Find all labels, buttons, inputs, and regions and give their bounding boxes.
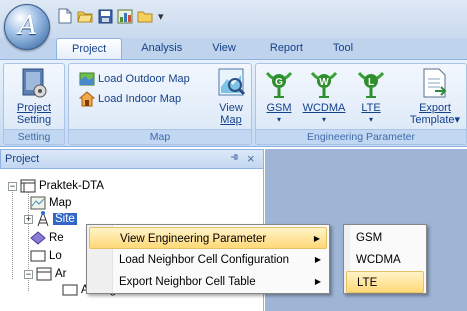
submenu-item-lte[interactable]: LTE (346, 271, 424, 293)
wcdma-label: WCDMA (302, 102, 346, 114)
wcdma-dropdown-arrow: ▾ (321, 115, 326, 124)
submenu-arrow-icon: ▶ (314, 255, 321, 264)
tree-item-ar[interactable]: − Ar (24, 266, 67, 282)
view-map-button[interactable]: View Map (211, 67, 251, 126)
tab-report[interactable]: Report (255, 38, 318, 60)
svg-text:L: L (368, 77, 374, 88)
tree-item-label: Praktek-DTA (39, 180, 104, 192)
lte-antenna-icon: L (356, 67, 386, 99)
menu-item-export-neighbor-cell-table[interactable]: Export Neighbor Cell Table ▶ (89, 271, 327, 293)
pin-icon[interactable] (229, 152, 239, 165)
menu-item-label: Export Neighbor Cell Table (119, 276, 256, 288)
collapse-icon[interactable]: − (8, 181, 17, 191)
menu-item-view-engineering-parameter[interactable]: View Engineering Parameter ▶ (89, 227, 327, 249)
engineering-parameter-submenu: GSM WCDMA LTE (343, 224, 427, 294)
gsm-label: GSM (266, 102, 292, 114)
tree-item-label: Site (53, 213, 77, 225)
lte-label: LTE (361, 102, 381, 114)
save-icon[interactable] (96, 7, 114, 25)
engineering-parameter-group-label: Engineering Parameter (256, 129, 466, 144)
report-icon (30, 231, 46, 245)
view-map-icon (217, 67, 246, 99)
tab-tool[interactable]: Tool (318, 38, 368, 60)
tree-guide-line (12, 185, 13, 279)
project-panel-header: Project × (0, 149, 264, 169)
map-group-label: Map (69, 129, 251, 144)
site-tower-icon (37, 211, 49, 227)
project-setting-icon (20, 67, 48, 99)
tree-item-label: Re (49, 232, 64, 244)
export-template-icon (421, 67, 449, 99)
load-outdoor-map-button[interactable]: Load Outdoor Map (79, 70, 190, 88)
lte-dropdown-arrow: ▾ (368, 115, 373, 124)
project-setting-label-2: Setting (16, 114, 52, 126)
tree-item-site[interactable]: + Site (24, 211, 77, 227)
project-setting-button[interactable]: Project Setting (8, 67, 60, 126)
view-map-label-1: View (219, 102, 243, 114)
folder-icon[interactable] (136, 7, 154, 25)
close-panel-button[interactable]: × (247, 151, 255, 166)
export-template-label-1: Export (419, 102, 451, 114)
application-menu-button[interactable]: A (4, 4, 50, 50)
gsm-dropdown-arrow: ▾ (276, 115, 281, 124)
project-icon (20, 179, 36, 193)
ribbon-tabs: Project Analysis View Report Tool (56, 38, 368, 60)
gsm-button[interactable]: G GSM ▾ (262, 67, 296, 126)
logs-icon (62, 284, 78, 296)
map-icon (30, 196, 46, 210)
tree-item-praktek-dta[interactable]: − Praktek-DTA (8, 178, 104, 194)
svg-text:G: G (275, 77, 283, 88)
load-indoor-map-label: Load Indoor Map (98, 93, 182, 105)
submenu-arrow-icon: ▶ (314, 277, 321, 286)
indoor-map-icon (79, 91, 95, 107)
outdoor-map-icon (79, 72, 95, 86)
setting-group-label: Setting (4, 129, 64, 144)
tab-project[interactable]: Project (56, 38, 123, 60)
project-setting-label-1: Project (16, 102, 52, 114)
customize-quick-access-dropdown[interactable]: ▾ (158, 10, 164, 23)
expand-icon[interactable]: + (24, 214, 33, 224)
tree-item-label: Map (49, 197, 72, 209)
wcdma-antenna-icon: W (309, 67, 339, 99)
log-icon (30, 250, 46, 262)
project-panel-title: Project (5, 153, 40, 165)
tree-item-lo[interactable]: Lo (30, 248, 62, 264)
site-context-menu: View Engineering Parameter ▶ Load Neighb… (86, 224, 330, 294)
open-folder-icon[interactable] (76, 7, 94, 25)
tab-view[interactable]: View (197, 38, 251, 60)
submenu-arrow-icon: ▶ (313, 234, 320, 243)
lte-button[interactable]: L LTE ▾ (354, 67, 388, 126)
tree-item-label: Lo (49, 250, 62, 262)
engineering-parameter-group: G GSM ▾ W WCDMA ▾ L LTE ▾ Export Templat… (255, 63, 467, 145)
setting-group: Project Setting Setting (3, 63, 65, 145)
gsm-antenna-icon: G (264, 67, 294, 99)
tree-item-re[interactable]: Re (30, 230, 64, 246)
archive-icon (36, 267, 52, 281)
svg-text:W: W (319, 77, 329, 88)
view-map-label-2: Map (220, 114, 242, 126)
menu-item-label: View Engineering Parameter (120, 233, 267, 245)
quick-access-toolbar: ▾ (56, 6, 164, 26)
tab-analysis[interactable]: Analysis (126, 38, 197, 60)
submenu-item-wcdma[interactable]: WCDMA (346, 249, 424, 271)
export-template-label-2: Template▾ (409, 114, 461, 126)
submenu-item-gsm[interactable]: GSM (346, 227, 424, 249)
menu-item-load-neighbor-cell-configuration[interactable]: Load Neighbor Cell Configuration ▶ (89, 249, 327, 271)
export-template-button[interactable]: Export Template▾ (404, 67, 466, 126)
wcdma-button[interactable]: W WCDMA ▾ (300, 67, 348, 126)
app-logo-glyph: A (18, 11, 38, 41)
collapse-icon[interactable]: − (24, 269, 33, 279)
map-group: Load Outdoor Map Load Indoor Map View Ma… (68, 63, 252, 145)
ribbon: Project Setting Setting Load Outdoor Map… (0, 59, 467, 147)
new-document-icon[interactable] (56, 7, 74, 25)
menu-item-label: Load Neighbor Cell Configuration (119, 254, 290, 266)
tree-item-label: Ar (55, 268, 67, 280)
chart-icon[interactable] (116, 7, 134, 25)
load-outdoor-map-label: Load Outdoor Map (98, 73, 190, 85)
tree-item-map[interactable]: Map (30, 195, 71, 211)
load-indoor-map-button[interactable]: Load Indoor Map (79, 90, 181, 108)
